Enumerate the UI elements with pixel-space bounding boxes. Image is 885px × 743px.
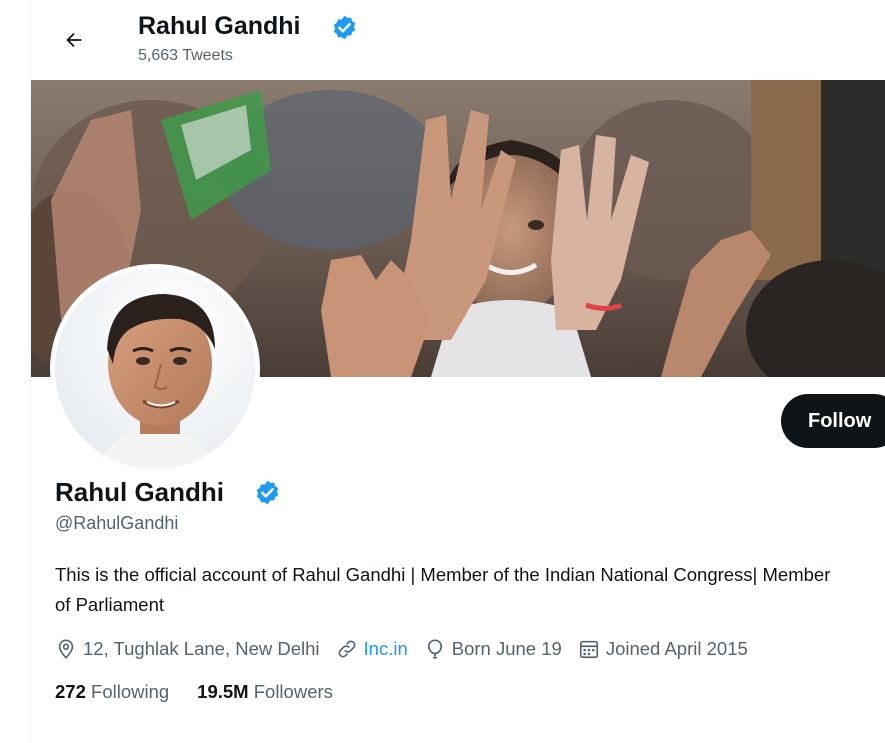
following-label: Following	[91, 681, 170, 702]
profile-handle: @RahulGandhi	[55, 513, 179, 533]
avatar-image	[55, 269, 255, 469]
location-text: 12, Tughlak Lane, New Delhi	[83, 638, 320, 659]
calendar-icon	[579, 640, 598, 659]
profile-avatar[interactable]	[50, 264, 260, 474]
joined-text: Joined April 2015	[605, 638, 748, 659]
header-title: Rahul Gandhi	[138, 12, 301, 40]
following-link[interactable]: 272 Following	[55, 681, 169, 703]
profile-stats: 272 Following 19.5M Followers	[55, 681, 361, 703]
profile-meta: 12, Tughlak Lane, New Delhi Inc.in Born …	[55, 634, 764, 664]
balloon-icon	[427, 639, 442, 659]
website-link[interactable]: Inc.in	[364, 638, 408, 660]
arrow-left-icon	[66, 32, 82, 48]
profile-bio: This is the official account of Rahul Ga…	[55, 564, 831, 615]
followers-link[interactable]: 19.5M Followers	[197, 681, 333, 703]
back-button[interactable]	[56, 22, 92, 58]
profile-name: Rahul Gandhi	[55, 477, 224, 507]
followers-count: 19.5M	[197, 681, 249, 702]
following-count: 272	[55, 681, 86, 702]
verified-badge-icon	[256, 480, 279, 505]
follow-button[interactable]: Follow	[781, 394, 885, 448]
verified-badge-icon	[333, 15, 356, 40]
followers-label: Followers	[253, 681, 333, 702]
tweet-count: 5,663 Tweets	[138, 47, 233, 64]
joined-item: Joined April 2015	[578, 638, 748, 660]
birthday-text: Born June 19	[451, 638, 562, 659]
location-item: 12, Tughlak Lane, New Delhi	[55, 638, 320, 660]
location-pin-icon	[58, 639, 74, 659]
link-icon	[338, 640, 356, 658]
website-item[interactable]: Inc.in	[336, 638, 408, 660]
birthday-item: Born June 19	[424, 638, 562, 660]
